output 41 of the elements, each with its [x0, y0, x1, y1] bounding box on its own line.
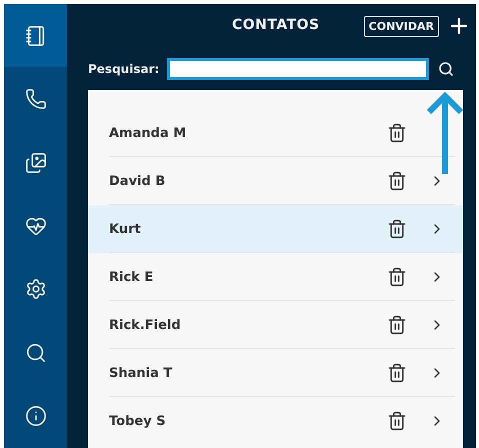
contact-row[interactable]: Kurt: [88, 205, 463, 253]
contact-row[interactable]: Shania T: [88, 349, 463, 397]
delete-button[interactable]: [387, 123, 407, 143]
trash-icon: [387, 267, 407, 287]
search-label: Pesquisar:: [88, 62, 160, 76]
delete-button[interactable]: [387, 267, 407, 287]
delete-button[interactable]: [387, 171, 407, 191]
contact-row[interactable]: Amanda M: [88, 109, 463, 157]
delete-button[interactable]: [387, 363, 407, 383]
search-field[interactable]: [167, 58, 430, 80]
trash-icon: [387, 411, 407, 431]
search-icon: [438, 61, 454, 77]
info-icon: [24, 405, 46, 428]
contact-name: Rick.Field: [109, 318, 182, 332]
contact-row[interactable]: Rick.Field: [88, 301, 463, 349]
delete-button[interactable]: [387, 219, 407, 239]
trash-icon: [387, 123, 407, 143]
trash-icon: [387, 363, 407, 383]
contact-name: Shania T: [109, 366, 174, 380]
contact-row[interactable]: David B: [88, 157, 463, 205]
trash-icon: [387, 219, 407, 239]
search-icon: [24, 342, 46, 364]
gallery-icon: [24, 152, 46, 174]
contact-name: Tobey S: [109, 414, 167, 428]
contact-row[interactable]: Rick E: [88, 253, 463, 301]
trash-icon: [387, 315, 407, 335]
contact-row[interactable]: Tobey S: [88, 397, 463, 445]
page-title: CONTATOS: [232, 17, 320, 33]
contact-name: Rick E: [109, 270, 154, 284]
invite-button[interactable]: CONVIDAR: [364, 16, 439, 36]
delete-button[interactable]: [387, 411, 407, 431]
sidebar-item[interactable]: [4, 4, 67, 68]
settings-icon: [24, 278, 46, 300]
notebook-icon: [24, 24, 46, 47]
trash-icon: [387, 171, 407, 191]
contact-name: Kurt: [109, 222, 142, 236]
delete-button[interactable]: [387, 315, 407, 335]
phone-icon: [24, 88, 46, 110]
contact-name: David B: [109, 174, 166, 188]
search-button[interactable]: [438, 61, 454, 77]
contact-name: Amanda M: [109, 126, 188, 140]
